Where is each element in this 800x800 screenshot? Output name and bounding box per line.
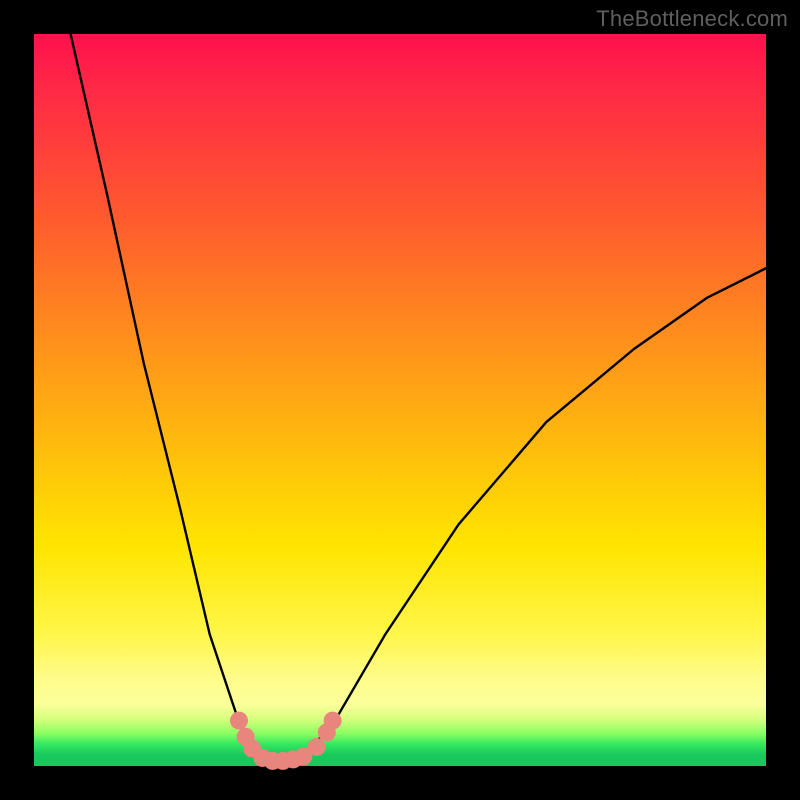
bottleneck-curve — [71, 34, 766, 761]
watermark-text: TheBottleneck.com — [596, 6, 788, 32]
highlight-dot — [230, 712, 248, 730]
highlight-dot — [308, 738, 326, 756]
plot-area — [34, 34, 766, 766]
highlight-dot — [324, 712, 342, 730]
highlight-dots-group — [230, 712, 342, 770]
chart-svg — [34, 34, 766, 766]
chart-wrapper: TheBottleneck.com — [0, 0, 800, 800]
